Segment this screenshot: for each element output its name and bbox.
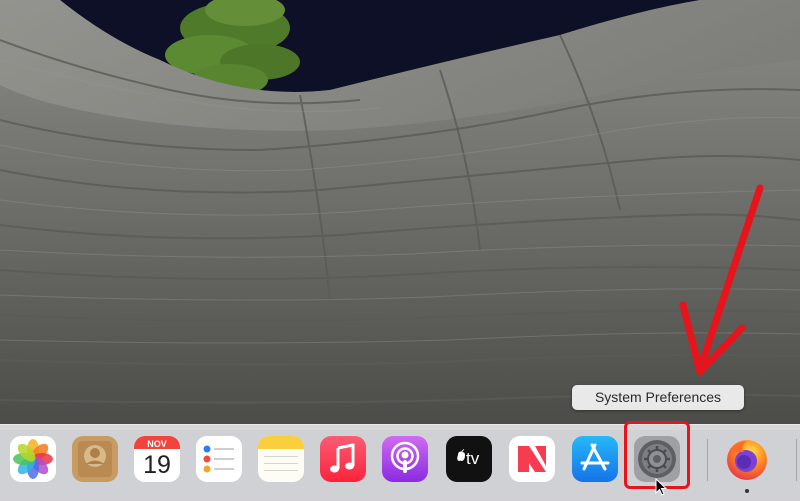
mouse-cursor	[655, 478, 667, 496]
annotation-arrow	[679, 184, 764, 376]
